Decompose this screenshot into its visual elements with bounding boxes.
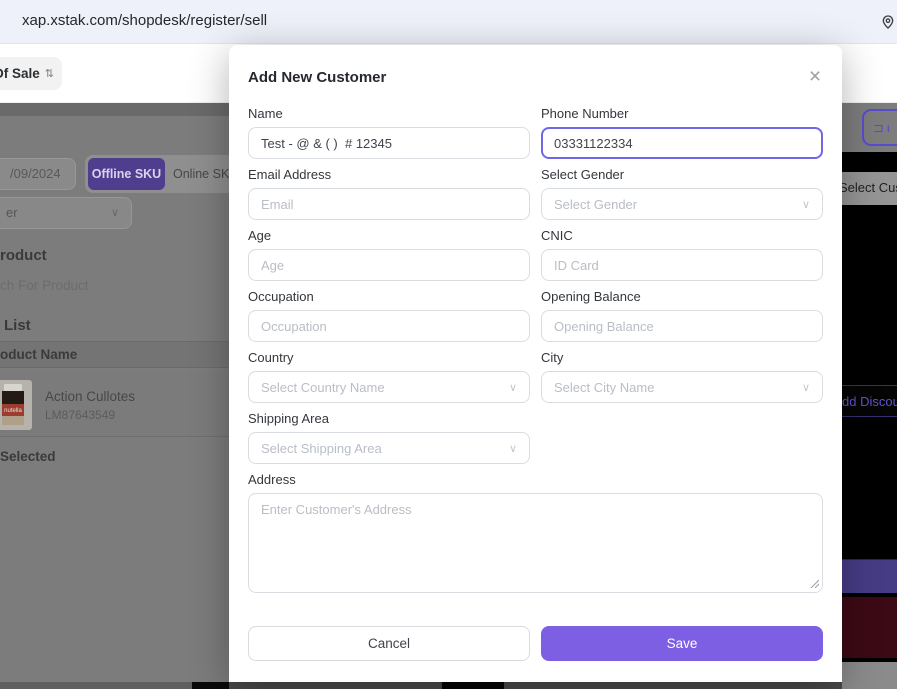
offline-sku-button: Offline SKU	[88, 158, 165, 190]
dimmed-cart-panel: ⊐ι Select Cust dd Discou	[842, 103, 897, 689]
opening-balance-input[interactable]	[541, 310, 823, 342]
chevron-down-icon: ∨	[111, 198, 119, 228]
selected-count-label: Selected	[0, 449, 56, 464]
screen: xap.xstak.com/shopdesk/register/sell Of …	[0, 0, 897, 689]
close-icon[interactable]: ×	[803, 65, 827, 89]
gender-select[interactable]: Select Gender ∨	[541, 188, 823, 220]
gender-select-placeholder: Select Gender	[554, 197, 637, 212]
save-button[interactable]: Save	[541, 626, 823, 661]
occupation-label: Occupation	[248, 289, 530, 304]
park-sale-button-fragment: ⊐ι	[862, 109, 897, 146]
customer-type-value: er	[6, 205, 18, 220]
register-selector: Of Sale ⇅	[0, 57, 62, 90]
country-field-group: Country Select Country Name ∨	[248, 350, 530, 403]
cancel-sale-button-fragment	[842, 597, 897, 658]
opening-balance-field-group: Opening Balance	[541, 289, 823, 342]
location-pin-icon[interactable]	[880, 13, 896, 31]
customer-type-dropdown-dimmed: er ∨	[0, 197, 132, 229]
name-label: Name	[248, 106, 530, 121]
add-discount-label: dd Discou	[842, 394, 897, 409]
modal-header: Add New Customer ×	[248, 63, 823, 85]
register-selector-label: Of Sale	[0, 66, 40, 81]
pay-button-fragment	[842, 559, 897, 593]
select-customer-label: Select Cust	[842, 180, 897, 195]
product-thumbnail: nutella	[0, 380, 32, 430]
email-input[interactable]	[248, 188, 530, 220]
address-textarea[interactable]	[248, 493, 823, 593]
product-table-header: oduct Name	[0, 341, 229, 368]
park-sale-icon: ⊐ι	[873, 120, 893, 135]
customer-form: Name Phone Number Email Address Select G…	[248, 106, 823, 601]
modal-footer: Cancel Save	[248, 626, 823, 661]
phone-label: Phone Number	[541, 106, 823, 121]
select-customer-bar: Select Cust	[842, 172, 897, 205]
dimmed-left-panel: /09/2024 Offline SKU Online SK er ∨ rodu…	[0, 103, 229, 689]
product-section-heading: roduct	[0, 247, 47, 264]
phone-field-group: Phone Number	[541, 106, 823, 159]
cart-toolbar: ⊐ι	[842, 103, 897, 152]
chevron-down-icon: ∨	[802, 381, 810, 394]
city-select[interactable]: Select City Name ∨	[541, 371, 823, 403]
age-input[interactable]	[248, 249, 530, 281]
shipping-area-field-group: Shipping Area Select Shipping Area ∨	[248, 411, 530, 464]
bottom-strip-left	[0, 682, 229, 689]
product-row: nutella Action Cullotes LM87643549	[0, 373, 229, 437]
age-label: Age	[248, 228, 530, 243]
cnic-label: CNIC	[541, 228, 823, 243]
nutella-jar-image: nutella	[0, 380, 32, 430]
shipping-area-select-placeholder: Select Shipping Area	[261, 441, 382, 456]
name-input[interactable]	[248, 127, 530, 159]
occupation-input[interactable]	[248, 310, 530, 342]
city-label: City	[541, 350, 823, 365]
online-sku-button: Online SK	[173, 155, 229, 193]
product-sku: LM87643549	[45, 408, 115, 422]
cnic-input[interactable]	[541, 249, 823, 281]
modal-title: Add New Customer	[248, 63, 823, 86]
cancel-button[interactable]: Cancel	[248, 626, 530, 661]
sku-toggle-group: Offline SKU Online SK	[85, 155, 229, 193]
svg-text:nutella: nutella	[4, 408, 22, 414]
age-field-group: Age	[248, 228, 530, 281]
chevron-down-icon: ∨	[509, 381, 517, 394]
chevron-down-icon: ∨	[802, 198, 810, 211]
email-label: Email Address	[248, 167, 530, 182]
opening-balance-label: Opening Balance	[541, 289, 823, 304]
panel-top-shade	[0, 103, 229, 116]
bottom-strip-center	[229, 682, 842, 689]
gender-label: Select Gender	[541, 167, 823, 182]
cart-footer-fragment	[842, 662, 897, 689]
sort-arrows-icon: ⇅	[45, 67, 54, 80]
occupation-field-group: Occupation	[248, 289, 530, 342]
chevron-down-icon: ∨	[509, 442, 517, 455]
product-search-input-dimmed: ch For Product	[0, 278, 89, 293]
city-select-placeholder: Select City Name	[554, 380, 654, 395]
country-select-placeholder: Select Country Name	[261, 380, 385, 395]
product-list-heading: List	[4, 317, 31, 334]
url-text[interactable]: xap.xstak.com/shopdesk/register/sell	[22, 12, 267, 29]
product-name: Action Cullotes	[45, 389, 135, 404]
cnic-field-group: CNIC	[541, 228, 823, 281]
shipping-area-label: Shipping Area	[248, 411, 530, 426]
country-label: Country	[248, 350, 530, 365]
name-field-group: Name	[248, 106, 530, 159]
email-field-group: Email Address	[248, 167, 530, 220]
phone-input[interactable]	[541, 127, 823, 159]
add-customer-modal: Add New Customer × Name Phone Number Ema…	[229, 45, 842, 682]
city-field-group: City Select City Name ∨	[541, 350, 823, 403]
gender-field-group: Select Gender Select Gender ∨	[541, 167, 823, 220]
browser-address-bar[interactable]: xap.xstak.com/shopdesk/register/sell	[0, 0, 897, 44]
shipping-area-spacer	[541, 411, 823, 464]
date-input-dimmed: /09/2024	[0, 158, 76, 190]
country-select[interactable]: Select Country Name ∨	[248, 371, 530, 403]
address-field-group: Address	[248, 472, 823, 593]
add-discount-row: dd Discou	[842, 385, 897, 417]
shipping-area-select[interactable]: Select Shipping Area ∨	[248, 432, 530, 464]
address-label: Address	[248, 472, 823, 487]
